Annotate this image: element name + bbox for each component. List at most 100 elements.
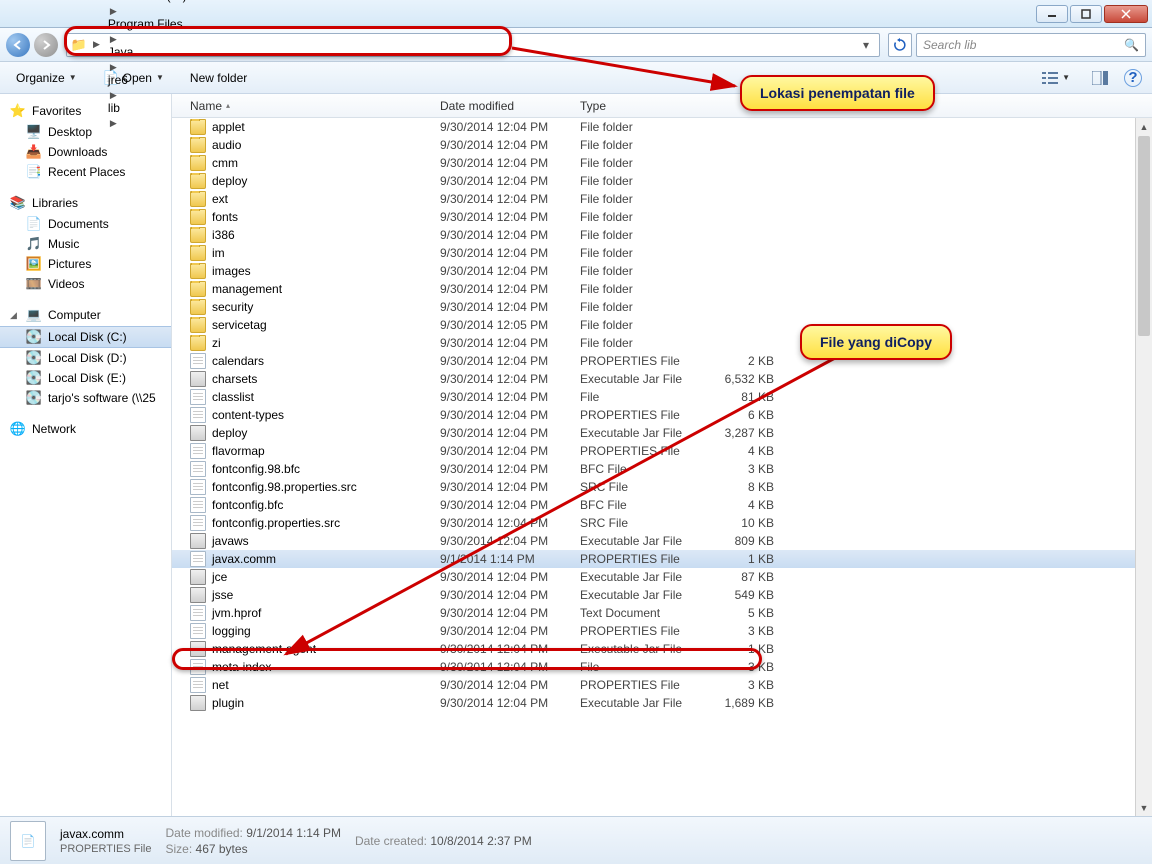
- file-name: fontconfig.98.properties.src: [212, 480, 357, 494]
- file-name: management-agent: [212, 642, 316, 656]
- file-row[interactable]: fonts9/30/2014 12:04 PMFile folder: [172, 208, 1152, 226]
- file-row[interactable]: fontconfig.properties.src9/30/2014 12:04…: [172, 514, 1152, 532]
- sidebar-item-disk-e[interactable]: 💽Local Disk (E:): [0, 368, 171, 388]
- preview-pane-button[interactable]: [1086, 68, 1114, 88]
- file-date: 9/1/2014 1:14 PM: [432, 552, 572, 566]
- address-dropdown[interactable]: ▾: [857, 38, 875, 52]
- file-type: File folder: [572, 264, 702, 278]
- sidebar-item-downloads[interactable]: 📥Downloads: [0, 142, 171, 162]
- file-row[interactable]: zi9/30/2014 12:04 PMFile folder: [172, 334, 1152, 352]
- sidebar-item-music[interactable]: 🎵Music: [0, 234, 171, 254]
- libraries-icon: 📚: [10, 195, 26, 211]
- breadcrumb-item[interactable]: Program Files: [106, 17, 189, 31]
- help-button[interactable]: ?: [1124, 69, 1142, 87]
- file-row[interactable]: applet9/30/2014 12:04 PMFile folder: [172, 118, 1152, 136]
- sidebar-item-videos[interactable]: 🎞️Videos: [0, 274, 171, 294]
- file-row[interactable]: meta-index9/30/2014 12:04 PMFile3 KB: [172, 658, 1152, 676]
- file-row[interactable]: flavormap9/30/2014 12:04 PMPROPERTIES Fi…: [172, 442, 1152, 460]
- file-row[interactable]: deploy9/30/2014 12:04 PMExecutable Jar F…: [172, 424, 1152, 442]
- close-button[interactable]: [1104, 5, 1148, 23]
- jar-icon: [190, 641, 206, 657]
- file-name: calendars: [212, 354, 264, 368]
- scroll-thumb[interactable]: [1138, 136, 1150, 336]
- breadcrumb-item[interactable]: jre6: [106, 73, 189, 87]
- back-button[interactable]: [6, 33, 30, 57]
- sidebar-item-pictures[interactable]: 🖼️Pictures: [0, 254, 171, 274]
- address-bar[interactable]: 📁 ▶ Computer▶Local Disk (C:)▶Program Fil…: [66, 33, 880, 57]
- file-type: Executable Jar File: [572, 372, 702, 386]
- file-row[interactable]: calendars9/30/2014 12:04 PMPROPERTIES Fi…: [172, 352, 1152, 370]
- new-folder-button[interactable]: New folder: [184, 68, 253, 88]
- column-date[interactable]: Date modified: [432, 99, 572, 113]
- file-date: 9/30/2014 12:04 PM: [432, 120, 572, 134]
- scroll-up-icon[interactable]: ▲: [1136, 118, 1152, 135]
- search-input[interactable]: Search lib 🔍: [916, 33, 1146, 57]
- file-row[interactable]: management9/30/2014 12:04 PMFile folder: [172, 280, 1152, 298]
- computer-heading[interactable]: ◢💻Computer: [0, 304, 171, 326]
- file-date: 9/30/2014 12:04 PM: [432, 336, 572, 350]
- vertical-scrollbar[interactable]: ▲ ▼: [1135, 118, 1152, 816]
- expand-icon: ◢: [10, 310, 20, 321]
- sidebar-item-network-drive[interactable]: 💽tarjo's software (\\25: [0, 388, 171, 408]
- file-row[interactable]: servicetag9/30/2014 12:05 PMFile folder: [172, 316, 1152, 334]
- file-large-icon: 📄: [10, 821, 46, 861]
- maximize-button[interactable]: [1070, 5, 1102, 23]
- folder-icon: [190, 173, 206, 189]
- file-row[interactable]: jsse9/30/2014 12:04 PMExecutable Jar Fil…: [172, 586, 1152, 604]
- breadcrumb-item[interactable]: Java: [106, 45, 189, 59]
- sidebar-item-documents[interactable]: 📄Documents: [0, 214, 171, 234]
- file-row[interactable]: management-agent9/30/2014 12:04 PMExecut…: [172, 640, 1152, 658]
- libraries-heading[interactable]: 📚Libraries: [0, 192, 171, 214]
- file-row[interactable]: net9/30/2014 12:04 PMPROPERTIES File3 KB: [172, 676, 1152, 694]
- file-row[interactable]: classlist9/30/2014 12:04 PMFile81 KB: [172, 388, 1152, 406]
- file-row[interactable]: cmm9/30/2014 12:04 PMFile folder: [172, 154, 1152, 172]
- forward-button[interactable]: [34, 33, 58, 57]
- scroll-down-icon[interactable]: ▼: [1136, 799, 1152, 816]
- view-options-button[interactable]: ▼: [1036, 68, 1076, 88]
- file-row[interactable]: fontconfig.98.properties.src9/30/2014 12…: [172, 478, 1152, 496]
- file-list[interactable]: applet9/30/2014 12:04 PMFile folderaudio…: [172, 118, 1152, 816]
- file-size: 3 KB: [702, 678, 782, 692]
- file-row[interactable]: javax.comm9/1/2014 1:14 PMPROPERTIES Fil…: [172, 550, 1152, 568]
- minimize-button[interactable]: [1036, 5, 1068, 23]
- file-row[interactable]: images9/30/2014 12:04 PMFile folder: [172, 262, 1152, 280]
- file-row[interactable]: javaws9/30/2014 12:04 PMExecutable Jar F…: [172, 532, 1152, 550]
- crumb-separator: ▶: [106, 90, 121, 100]
- videos-icon: 🎞️: [26, 276, 42, 292]
- breadcrumb-item[interactable]: Local Disk (C:): [106, 0, 189, 3]
- file-icon: [190, 353, 206, 369]
- jar-icon: [190, 695, 206, 711]
- file-row[interactable]: ext9/30/2014 12:04 PMFile folder: [172, 190, 1152, 208]
- column-name[interactable]: Name▴: [182, 99, 432, 113]
- file-row[interactable]: audio9/30/2014 12:04 PMFile folder: [172, 136, 1152, 154]
- file-row[interactable]: logging9/30/2014 12:04 PMPROPERTIES File…: [172, 622, 1152, 640]
- file-name: audio: [212, 138, 241, 152]
- network-heading[interactable]: 🌐Network: [0, 418, 171, 440]
- file-row[interactable]: security9/30/2014 12:04 PMFile folder: [172, 298, 1152, 316]
- file-row[interactable]: plugin9/30/2014 12:04 PMExecutable Jar F…: [172, 694, 1152, 712]
- file-row[interactable]: fontconfig.98.bfc9/30/2014 12:04 PMBFC F…: [172, 460, 1152, 478]
- file-icon: [190, 623, 206, 639]
- column-type[interactable]: Type: [572, 99, 702, 113]
- music-icon: 🎵: [26, 236, 42, 252]
- sidebar-item-disk-d[interactable]: 💽Local Disk (D:): [0, 348, 171, 368]
- file-row[interactable]: i3869/30/2014 12:04 PMFile folder: [172, 226, 1152, 244]
- file-row[interactable]: im9/30/2014 12:04 PMFile folder: [172, 244, 1152, 262]
- file-row[interactable]: jvm.hprof9/30/2014 12:04 PMText Document…: [172, 604, 1152, 622]
- sidebar-item-disk-c[interactable]: 💽Local Disk (C:): [0, 326, 171, 348]
- file-size: 4 KB: [702, 498, 782, 512]
- file-type: Executable Jar File: [572, 426, 702, 440]
- organize-button[interactable]: Organize▼: [10, 68, 83, 88]
- refresh-button[interactable]: [888, 33, 912, 57]
- folder-icon: [190, 191, 206, 207]
- file-row[interactable]: content-types9/30/2014 12:04 PMPROPERTIE…: [172, 406, 1152, 424]
- file-type: PROPERTIES File: [572, 354, 702, 368]
- file-icon: [190, 407, 206, 423]
- file-row[interactable]: charsets9/30/2014 12:04 PMExecutable Jar…: [172, 370, 1152, 388]
- file-row[interactable]: fontconfig.bfc9/30/2014 12:04 PMBFC File…: [172, 496, 1152, 514]
- file-row[interactable]: jce9/30/2014 12:04 PMExecutable Jar File…: [172, 568, 1152, 586]
- jar-icon: [190, 587, 206, 603]
- sidebar-item-recent[interactable]: 📑Recent Places: [0, 162, 171, 182]
- folder-icon: [190, 263, 206, 279]
- file-row[interactable]: deploy9/30/2014 12:04 PMFile folder: [172, 172, 1152, 190]
